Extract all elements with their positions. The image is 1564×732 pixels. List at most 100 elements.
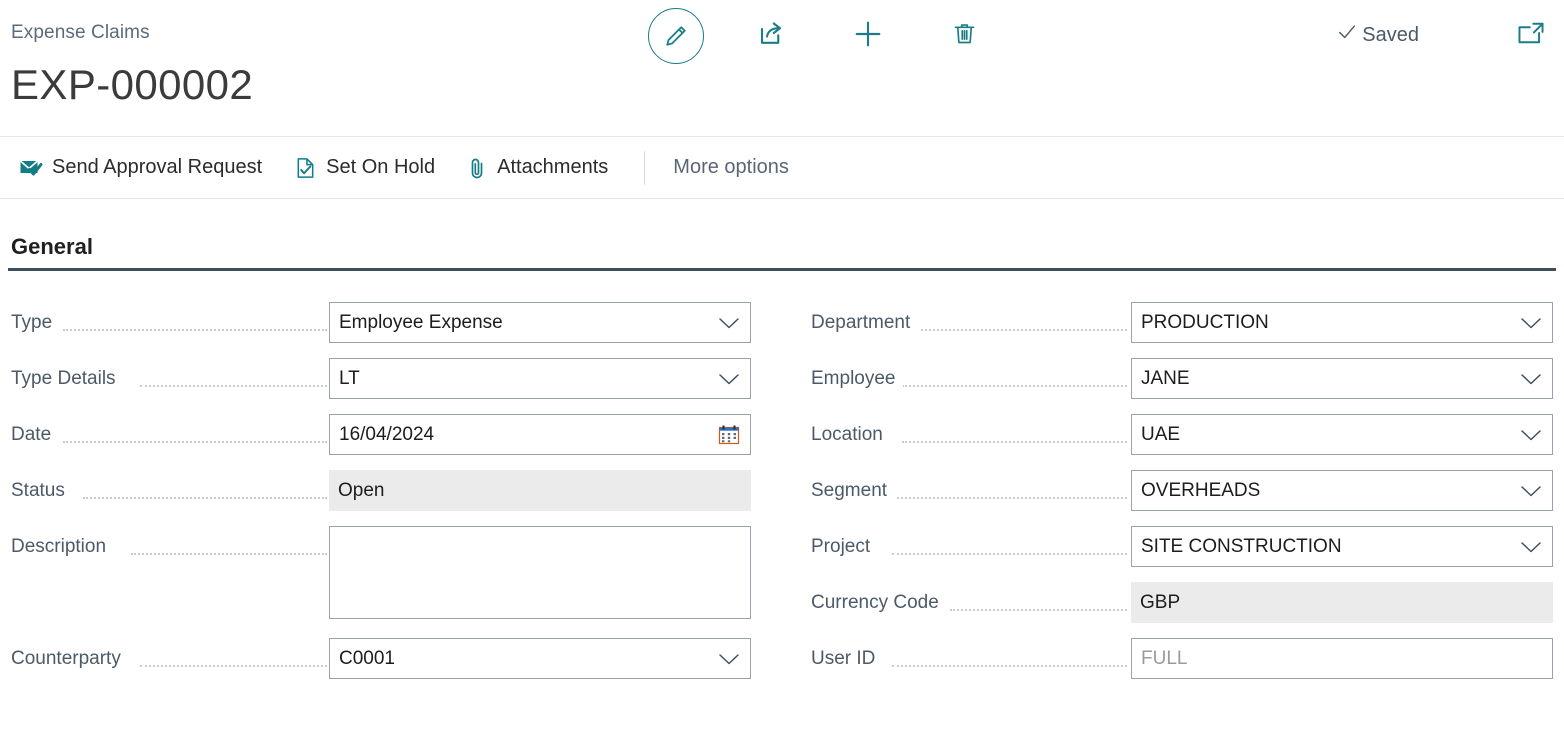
chevron-down-icon xyxy=(1520,316,1542,330)
top-bar: Expense Claims EXP-000002 xyxy=(0,0,1564,136)
field-input-user-id[interactable]: FULL xyxy=(1131,638,1553,679)
form-row-project: Project SITE CONSTRUCTION xyxy=(811,524,1554,580)
chevron-down-icon xyxy=(1520,484,1542,498)
form-column-right: Department PRODUCTION Employee JANE Location… xyxy=(811,300,1554,692)
edit-button[interactable] xyxy=(628,6,724,66)
form-row-currency-code: Currency Code GBP xyxy=(811,580,1554,636)
pencil-edit-icon xyxy=(648,8,704,64)
chevron-down-icon xyxy=(718,372,740,386)
field-leader-dots xyxy=(892,665,1127,667)
document-check-icon xyxy=(294,156,317,180)
form-row-employee: Employee JANE xyxy=(811,356,1554,412)
envelope-check-icon xyxy=(18,156,43,180)
field-value-currency-code: GBP xyxy=(1140,592,1543,614)
plus-icon xyxy=(852,18,884,55)
breadcrumb[interactable]: Expense Claims xyxy=(11,22,150,44)
chevron-down-icon xyxy=(1520,428,1542,442)
chevron-down-icon xyxy=(718,316,740,330)
form-row-date: Date 16/04/2024 xyxy=(11,412,752,468)
field-value-type-details: LT xyxy=(339,368,712,390)
form-row-description: Description xyxy=(11,524,752,636)
calendar-icon[interactable] xyxy=(718,424,740,446)
field-leader-dots xyxy=(902,385,1127,387)
field-leader-dots xyxy=(902,441,1127,443)
delete-button[interactable] xyxy=(916,6,1012,66)
page-title: EXP-000002 xyxy=(11,64,253,106)
field-label-date: Date xyxy=(11,424,58,446)
open-in-new-window-button[interactable] xyxy=(1516,20,1546,51)
field-leader-dots xyxy=(131,553,327,555)
form-row-type-details: Type Details LT xyxy=(11,356,752,412)
field-leader-dots xyxy=(140,665,327,667)
share-button[interactable] xyxy=(724,6,820,66)
open-in-new-window-icon xyxy=(1516,33,1546,50)
field-input-currency-code: GBP xyxy=(1131,582,1553,623)
field-label-employee: Employee xyxy=(811,368,903,390)
field-input-segment[interactable]: OVERHEADS xyxy=(1131,470,1553,511)
field-value-employee: JANE xyxy=(1141,368,1514,390)
field-label-project: Project xyxy=(811,536,877,558)
field-leader-dots xyxy=(63,441,327,443)
check-icon xyxy=(1336,21,1358,49)
field-leader-dots xyxy=(892,553,1127,555)
field-input-type[interactable]: Employee Expense xyxy=(329,302,751,343)
field-label-description: Description xyxy=(11,536,113,558)
field-value-status: Open xyxy=(338,480,741,502)
send-approval-request-button[interactable]: Send Approval Request xyxy=(18,156,262,180)
field-value-location: UAE xyxy=(1141,424,1514,446)
field-value-counterparty: C0001 xyxy=(339,648,712,670)
set-on-hold-button[interactable]: Set On Hold xyxy=(294,156,435,180)
chevron-down-icon xyxy=(1520,372,1542,386)
field-input-date[interactable]: 16/04/2024 xyxy=(329,414,751,455)
field-input-status: Open xyxy=(329,470,751,511)
general-section-title: General xyxy=(11,234,93,260)
more-options-button[interactable]: More options xyxy=(673,156,789,179)
field-label-type-details: Type Details xyxy=(11,368,123,390)
field-label-currency-code: Currency Code xyxy=(811,592,946,614)
expense-claim-page: Expense Claims EXP-000002 xyxy=(0,0,1564,732)
field-value-type: Employee Expense xyxy=(339,312,712,334)
field-input-project[interactable]: SITE CONSTRUCTION xyxy=(1131,526,1553,567)
field-input-department[interactable]: PRODUCTION xyxy=(1131,302,1553,343)
field-leader-dots xyxy=(950,609,1127,611)
field-value-date: 16/04/2024 xyxy=(339,424,712,446)
field-leader-dots xyxy=(63,329,327,331)
field-label-type: Type xyxy=(11,312,59,334)
chevron-down-icon xyxy=(1520,540,1542,554)
field-leader-dots xyxy=(921,329,1127,331)
field-label-location: Location xyxy=(811,424,890,446)
attachments-button[interactable]: Attachments xyxy=(467,156,608,180)
field-input-employee[interactable]: JANE xyxy=(1131,358,1553,399)
header-icon-toolbar xyxy=(628,6,1012,66)
saved-status: Saved xyxy=(1336,21,1419,49)
field-input-description[interactable] xyxy=(329,526,751,619)
form-row-location: Location UAE xyxy=(811,412,1554,468)
form-row-user-id: User ID FULL xyxy=(811,636,1554,692)
attachments-label: Attachments xyxy=(497,156,608,179)
field-label-counterparty: Counterparty xyxy=(11,648,128,670)
field-label-segment: Segment xyxy=(811,480,894,502)
field-value-segment: OVERHEADS xyxy=(1141,480,1514,502)
action-bar: Send Approval Request Set On Hold Attach… xyxy=(0,136,1564,199)
set-on-hold-label: Set On Hold xyxy=(326,156,435,179)
field-leader-dots xyxy=(140,385,327,387)
form-row-type: Type Employee Expense xyxy=(11,300,752,356)
field-leader-dots xyxy=(892,497,1127,499)
field-leader-dots xyxy=(83,497,327,499)
field-input-location[interactable]: UAE xyxy=(1131,414,1553,455)
action-bar-divider xyxy=(644,151,645,185)
field-label-department: Department xyxy=(811,312,917,334)
field-value-user-id: FULL xyxy=(1141,648,1542,670)
field-input-counterparty[interactable]: C0001 xyxy=(329,638,751,679)
general-section-rule xyxy=(8,268,1556,271)
field-value-project: SITE CONSTRUCTION xyxy=(1141,536,1514,558)
form-row-segment: Segment OVERHEADS xyxy=(811,468,1554,524)
trash-icon xyxy=(951,20,978,52)
field-value-department: PRODUCTION xyxy=(1141,312,1514,334)
field-input-type-details[interactable]: LT xyxy=(329,358,751,399)
form-row-status: StatusOpen xyxy=(11,468,752,524)
send-approval-request-label: Send Approval Request xyxy=(52,156,262,179)
field-label-user-id: User ID xyxy=(811,648,882,670)
new-button[interactable] xyxy=(820,6,916,66)
form-row-counterparty: Counterparty C0001 xyxy=(11,636,752,692)
